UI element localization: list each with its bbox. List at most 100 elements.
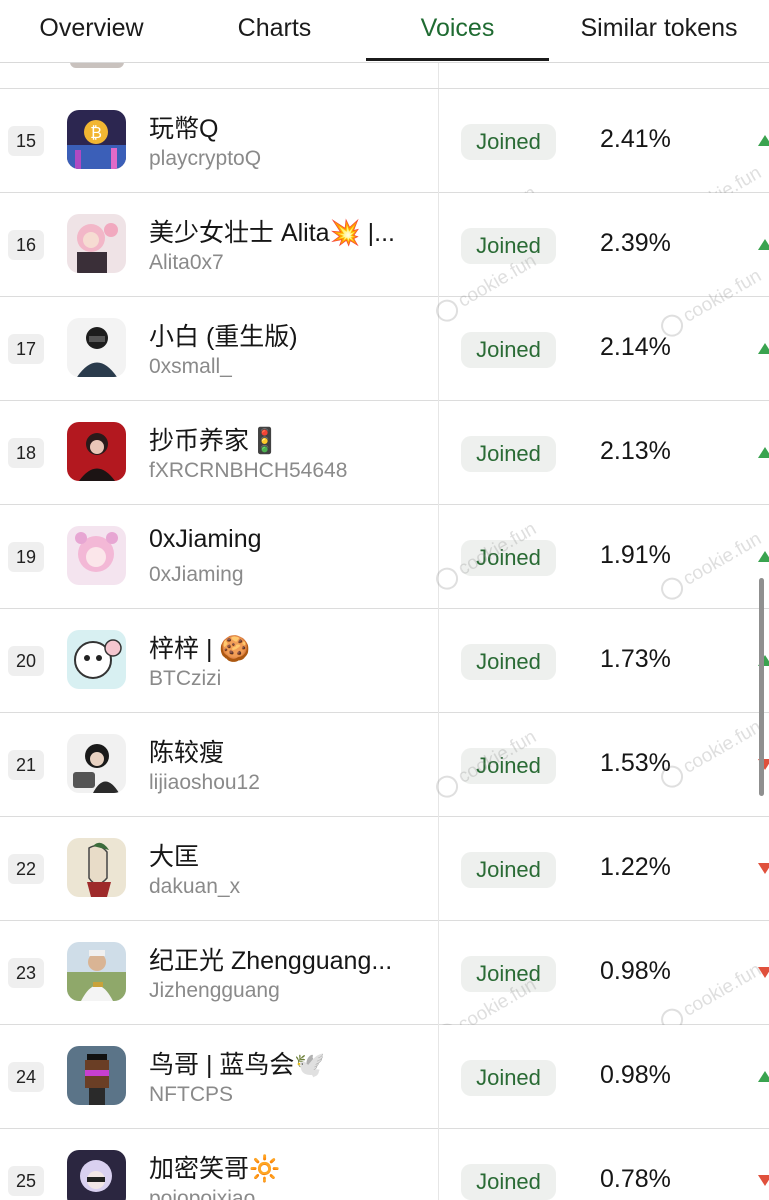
svg-text:₿: ₿	[90, 123, 102, 142]
share-value: 2.13%	[600, 437, 671, 465]
rank-badge: 19	[8, 542, 44, 572]
avatar[interactable]: ₿	[67, 110, 126, 169]
column-divider	[438, 1025, 439, 1129]
watermark: cookie.fun	[657, 528, 766, 604]
share-value: 1.22%	[600, 853, 671, 881]
voices-list: 15 ₿ 玩幣Q playcryptoQ Joined 2.41% cookie…	[0, 89, 769, 1200]
status-badge: Joined	[461, 332, 556, 368]
rank-badge: 22	[8, 854, 44, 884]
voice-name[interactable]: 鸟哥 | 蓝鸟会🕊️	[149, 1045, 424, 1081]
status-badge: Joined	[461, 228, 556, 264]
share-value: 2.39%	[600, 229, 671, 257]
active-tab-indicator	[366, 58, 549, 61]
tab-overview[interactable]: Overview	[0, 0, 183, 60]
voice-name[interactable]: 小白 (重生版)	[149, 317, 424, 353]
trend-up-icon	[758, 135, 769, 146]
list-item[interactable]: 24 鸟哥 | 蓝鸟会🕊️ NFTCPS Joined 0.98%	[0, 1025, 769, 1129]
avatar[interactable]	[67, 318, 126, 377]
voice-name[interactable]: 梓梓 | 🍪	[149, 629, 424, 665]
list-item[interactable]: 23 纪正光 Zhengguang... Jizhengguang Joined…	[0, 921, 769, 1050]
share-value: 1.73%	[600, 645, 671, 673]
share-value: 1.53%	[600, 749, 671, 777]
list-item[interactable]: 17 小白 (重生版) 0xsmall_ Joined 2.14% cookie…	[0, 250, 769, 401]
voice-handle: dakuan_x	[149, 875, 241, 898]
voice-handle: fXRCRNBHCH54648	[149, 459, 348, 482]
trend-down-icon	[758, 1175, 769, 1186]
tab-similar-tokens[interactable]: Similar tokens	[549, 0, 769, 60]
voice-handle: Jizhengguang	[149, 979, 280, 1002]
share-value: 2.41%	[600, 125, 671, 153]
list-item[interactable]: 25 加密笑哥🔆 pojopojxiao Joined 0.78%	[0, 1129, 769, 1200]
status-badge: Joined	[461, 956, 556, 992]
list-item[interactable]: 19 0xJiaming 0xJiaming Joined 1.91% cook…	[0, 505, 769, 609]
voice-name[interactable]: 纪正光 Zhengguang...	[149, 941, 424, 977]
avatar[interactable]	[67, 1046, 126, 1105]
status-badge: Joined	[461, 1164, 556, 1200]
list-item[interactable]: 21 陈较瘦 lijiaoshou12 Joined 1.53% cookie.…	[0, 713, 769, 817]
voice-handle: BTCzizi	[149, 667, 222, 690]
rank-badge: 15	[8, 126, 44, 156]
column-divider	[438, 817, 439, 921]
column-divider	[438, 1129, 439, 1200]
share-value: 0.78%	[600, 1165, 671, 1193]
avatar[interactable]	[67, 838, 126, 897]
list-item[interactable]: 22 大匡 dakuan_x Joined 1.22%	[0, 817, 769, 921]
column-divider	[438, 193, 439, 297]
voice-handle: 0xJiaming	[149, 563, 244, 586]
status-badge: Joined	[461, 540, 556, 576]
avatar[interactable]	[67, 630, 126, 689]
rank-badge: 25	[8, 1166, 44, 1196]
trend-up-icon	[758, 447, 769, 458]
voice-handle: playcryptoQ	[149, 147, 262, 170]
avatar[interactable]	[67, 1150, 126, 1200]
scrollbar[interactable]	[759, 578, 764, 796]
voice-handle: pojopojxiao	[149, 1187, 256, 1200]
list-item[interactable]: 16 美少女壮士 Alita💥 |... Alita0x7 Joined 2.3…	[0, 193, 769, 297]
list-item[interactable]: 20 梓梓 | 🍪 BTCzizi Joined 1.73%	[0, 609, 769, 713]
avatar[interactable]	[67, 214, 126, 273]
column-divider	[438, 401, 439, 505]
watermark: cookie.fun	[657, 959, 766, 1035]
rank-badge: 17	[8, 334, 44, 364]
tab-bar: Overview Charts Voices Similar tokens	[0, 0, 769, 63]
trend-up-icon	[758, 551, 769, 562]
avatar[interactable]	[67, 942, 126, 1001]
share-value: 2.14%	[600, 333, 671, 361]
tab-charts[interactable]: Charts	[183, 0, 366, 60]
status-badge: Joined	[461, 748, 556, 784]
column-divider	[438, 297, 439, 401]
status-badge: Joined	[461, 124, 556, 160]
rank-badge: 18	[8, 438, 44, 468]
voice-name[interactable]: 抄币养家🚦	[149, 421, 424, 457]
voice-handle: lijiaoshou12	[149, 771, 260, 794]
rank-badge: 23	[8, 958, 44, 988]
trend-down-icon	[758, 967, 769, 978]
voice-name[interactable]: 大匡	[149, 837, 424, 873]
column-divider	[438, 609, 439, 713]
voice-handle: Alita0x7	[149, 251, 224, 274]
rank-badge: 20	[8, 646, 44, 676]
voice-name[interactable]: 陈较瘦	[149, 733, 424, 769]
voice-name[interactable]: 加密笑哥🔆	[149, 1149, 424, 1185]
avatar[interactable]	[67, 734, 126, 793]
avatar[interactable]	[67, 526, 126, 585]
share-value: 0.98%	[600, 957, 671, 985]
trend-up-icon	[758, 239, 769, 250]
status-badge: Joined	[461, 1060, 556, 1096]
list-item[interactable]: 15 ₿ 玩幣Q playcryptoQ Joined 2.41% cookie…	[0, 89, 769, 258]
trend-up-icon	[758, 343, 769, 354]
share-value: 0.98%	[600, 1061, 671, 1089]
voice-name[interactable]: 美少女壮士 Alita💥 |...	[149, 213, 424, 249]
rank-badge: 16	[8, 230, 44, 260]
trend-up-icon	[758, 1071, 769, 1082]
status-badge: Joined	[461, 644, 556, 680]
share-value: 1.91%	[600, 541, 671, 569]
avatar[interactable]	[67, 422, 126, 481]
list-item[interactable]: 18 抄币养家🚦 fXRCRNBHCH54648 Joined 2.13%	[0, 401, 769, 505]
tab-voices[interactable]: Voices	[366, 0, 549, 60]
column-divider	[438, 713, 439, 817]
voice-name[interactable]: 玩幣Q	[149, 109, 424, 145]
list-item-partial	[0, 62, 769, 89]
voice-handle: NFTCPS	[149, 1083, 233, 1106]
voice-name[interactable]: 0xJiaming	[149, 525, 424, 554]
